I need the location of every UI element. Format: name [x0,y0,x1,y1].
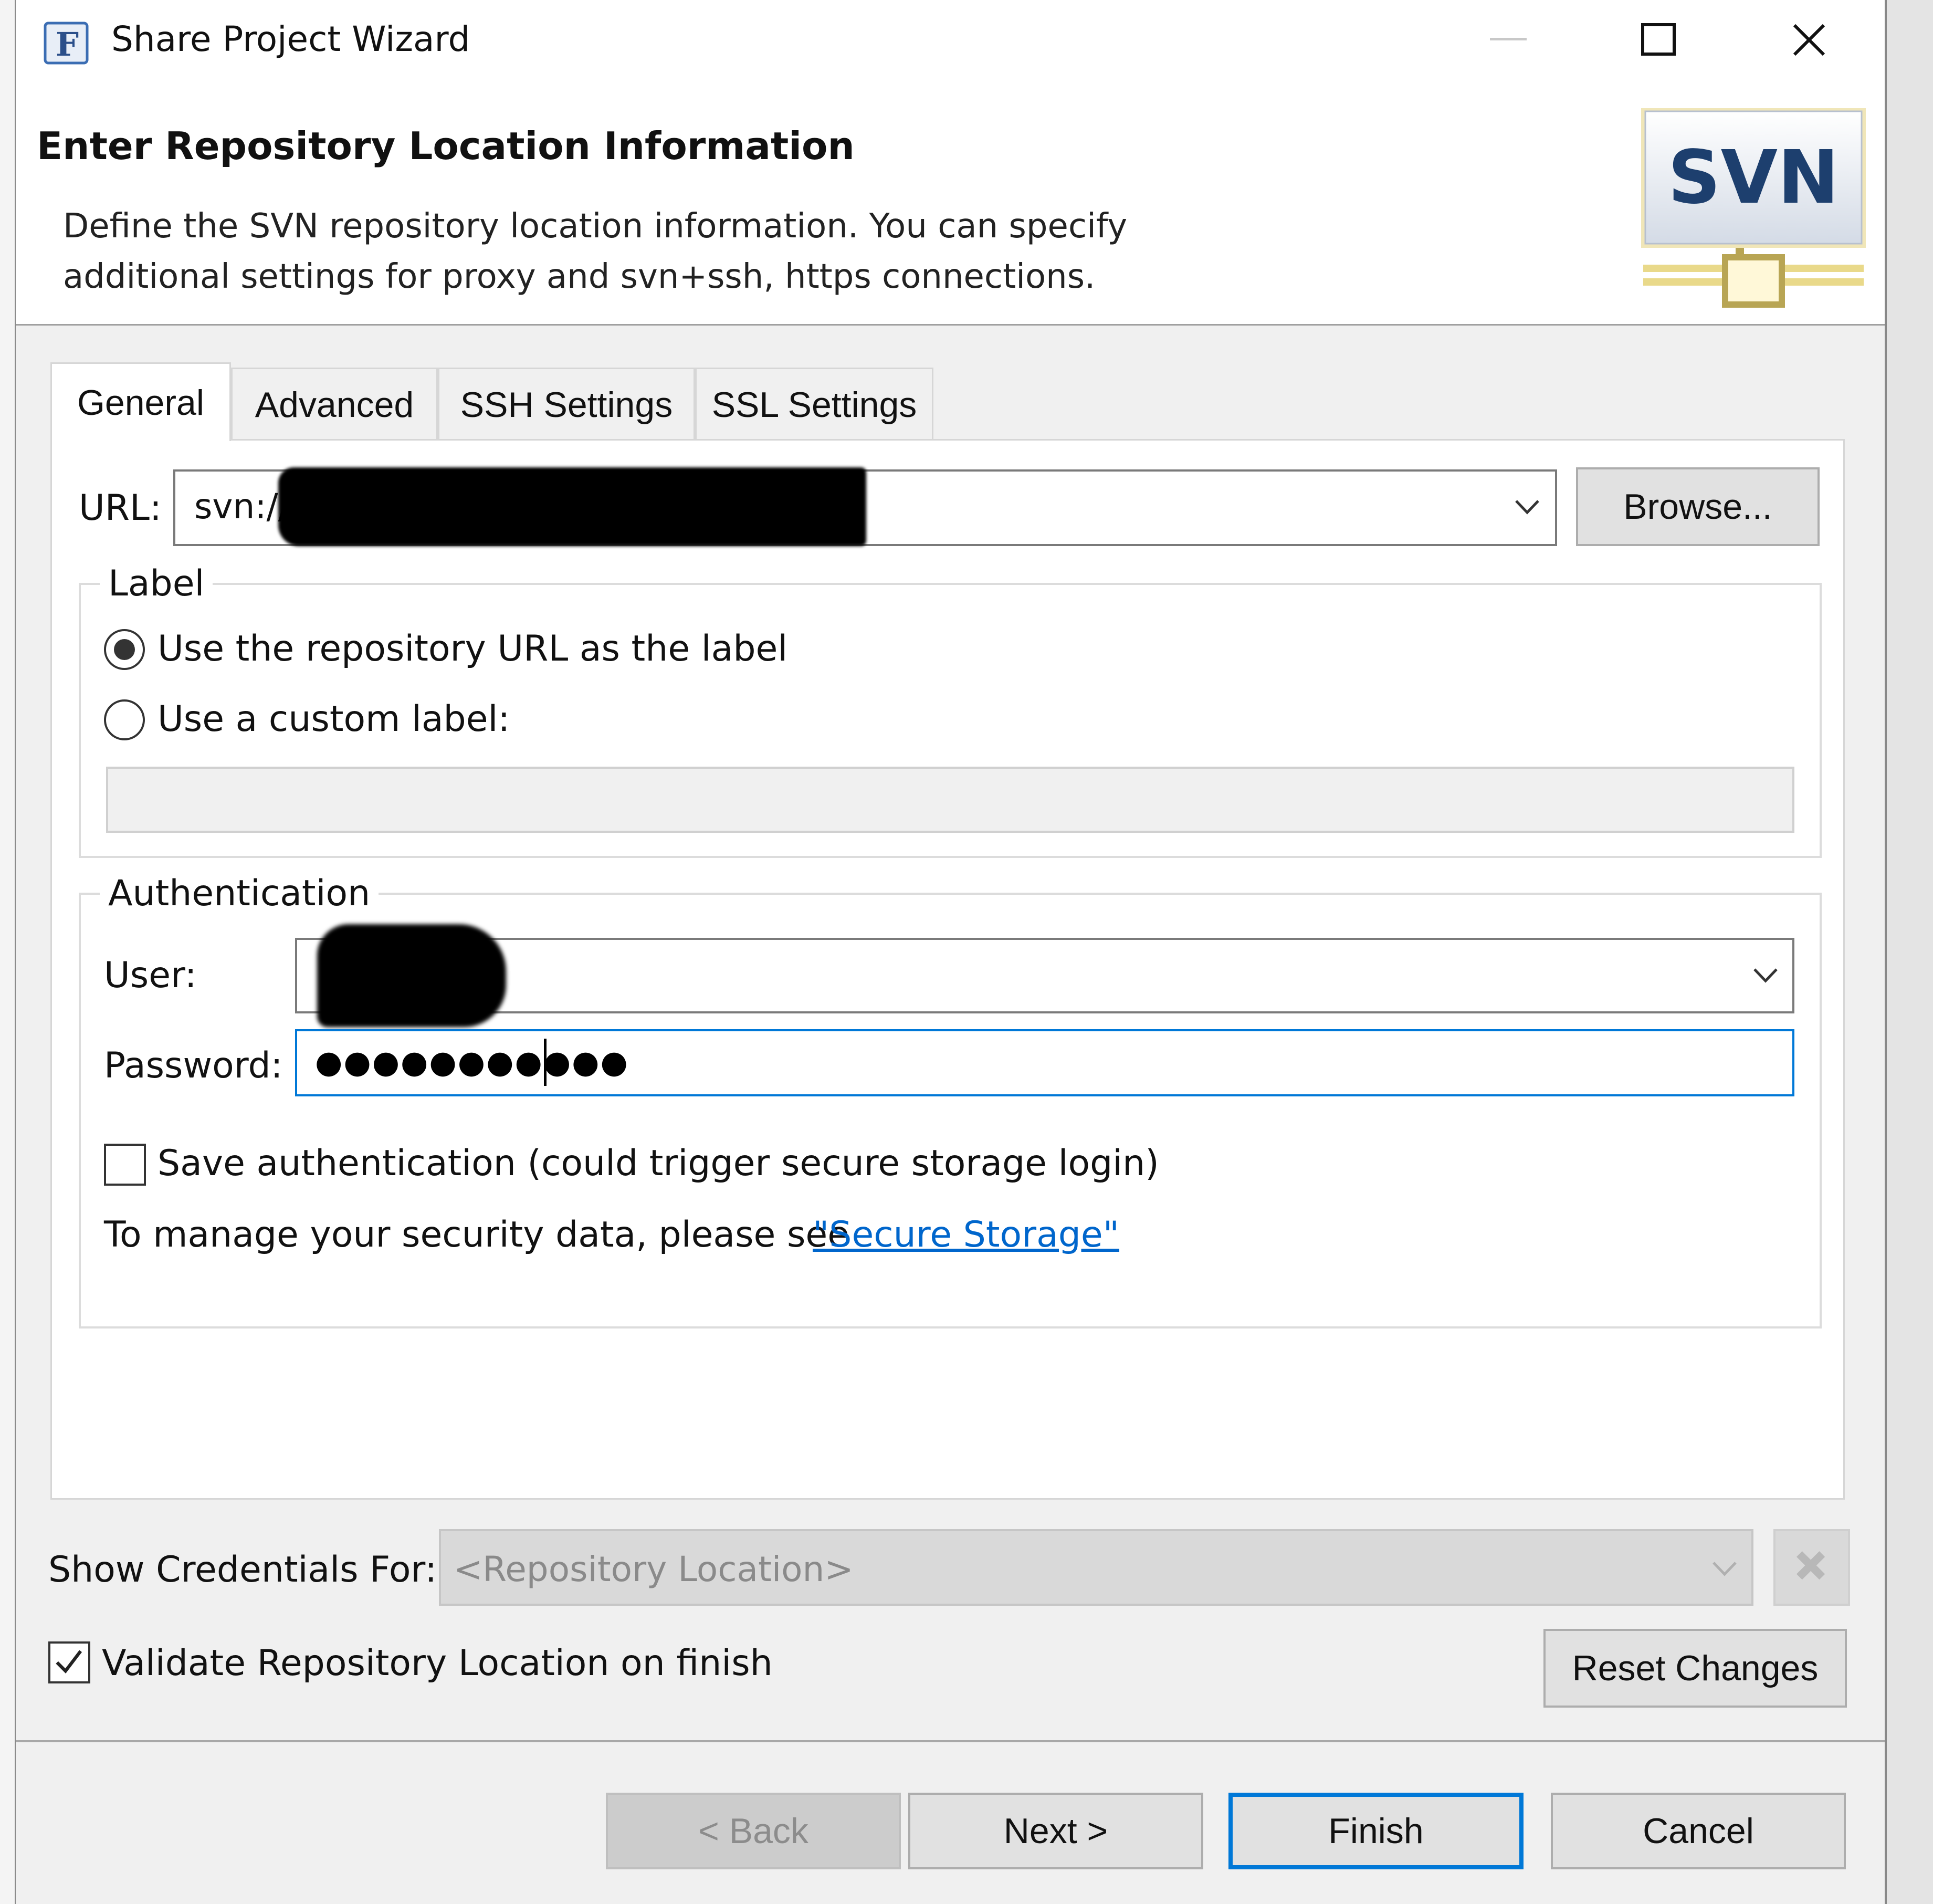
tab-advanced-label: Advanced [255,384,414,425]
radio-selected-dot [114,639,135,660]
secure-storage-link[interactable]: "Secure Storage" [813,1214,1119,1256]
redaction-mark [317,924,506,1027]
svn-logo-icon: SVN [1641,108,1866,308]
svn-logo-text: SVN [1668,135,1839,221]
save-authentication-checkbox[interactable] [104,1144,146,1186]
finish-button-label: Finish [1328,1811,1424,1851]
maximize-icon[interactable] [1641,23,1676,56]
user-label: User: [104,955,197,996]
user-combobox[interactable] [295,938,1794,1013]
minimize-icon[interactable] [1490,38,1527,40]
reset-changes-button[interactable]: Reset Changes [1543,1629,1847,1708]
browse-button-label: Browse... [1623,487,1772,527]
eclipse-app-icon: F [44,22,89,65]
authentication-group-title: Authentication [100,873,379,914]
chevron-down-icon[interactable] [1509,488,1546,525]
use-custom-label-text[interactable]: Use a custom label: [157,698,510,740]
redaction-mark [278,467,866,546]
tab-advanced[interactable]: Advanced [231,368,438,440]
url-label: URL: [79,487,162,529]
delete-credentials-button[interactable] [1773,1529,1850,1606]
chevron-down-icon[interactable] [1706,1550,1743,1587]
svg-text:F: F [56,25,79,64]
tab-ssh-settings[interactable]: SSH Settings [438,368,695,440]
background-app [1887,0,1933,1904]
use-custom-label-radio[interactable] [104,699,145,740]
reset-changes-button-label: Reset Changes [1572,1648,1819,1688]
custom-label-field[interactable] [106,767,1794,833]
save-authentication-label[interactable]: Save authentication (could trigger secur… [157,1143,1159,1184]
tab-general-label: General [77,382,204,423]
show-credentials-value: <Repository Location> [454,1549,854,1589]
tab-ssl-settings-label: SSL Settings [711,384,917,425]
back-button[interactable]: < Back [606,1793,901,1869]
chevron-down-icon[interactable] [1747,957,1784,993]
validate-location-label[interactable]: Validate Repository Location on finish [102,1643,773,1684]
use-url-label-text[interactable]: Use the repository URL as the label [157,628,787,669]
window-title: Share Project Wizard [111,19,470,59]
text-caret [544,1039,547,1086]
cancel-button-label: Cancel [1643,1811,1754,1851]
page-title: Enter Repository Location Information [37,124,855,168]
background-left-edge [0,0,15,1904]
browse-button[interactable]: Browse... [1576,467,1820,546]
next-button-label: Next > [1003,1811,1108,1851]
use-url-label-radio[interactable] [104,629,145,670]
page-description-line1: Define the SVN repository location infor… [63,207,1128,246]
delete-x-icon [1797,1551,1825,1580]
page-description-line2: additional settings for proxy and svn+ss… [63,257,1096,296]
security-info-text: To manage your security data, please see [104,1214,850,1256]
tab-ssl-settings[interactable]: SSL Settings [695,368,933,440]
back-button-label: < Back [698,1811,808,1851]
next-button[interactable]: Next > [908,1793,1203,1869]
footer-separator [16,1740,1885,1742]
password-value: ●●●●●●●●●●● [315,1044,629,1081]
show-credentials-label: Show Credentials For: [48,1549,437,1591]
label-group-title: Label [100,563,213,604]
cancel-button[interactable]: Cancel [1551,1793,1846,1869]
checkmark-icon [56,1650,82,1673]
password-label: Password: [104,1045,283,1086]
finish-button[interactable]: Finish [1228,1793,1524,1869]
close-icon[interactable] [1780,13,1837,70]
tab-general[interactable]: General [50,362,231,441]
tab-ssh-settings-label: SSH Settings [460,384,673,425]
validate-location-checkbox[interactable] [48,1641,90,1683]
